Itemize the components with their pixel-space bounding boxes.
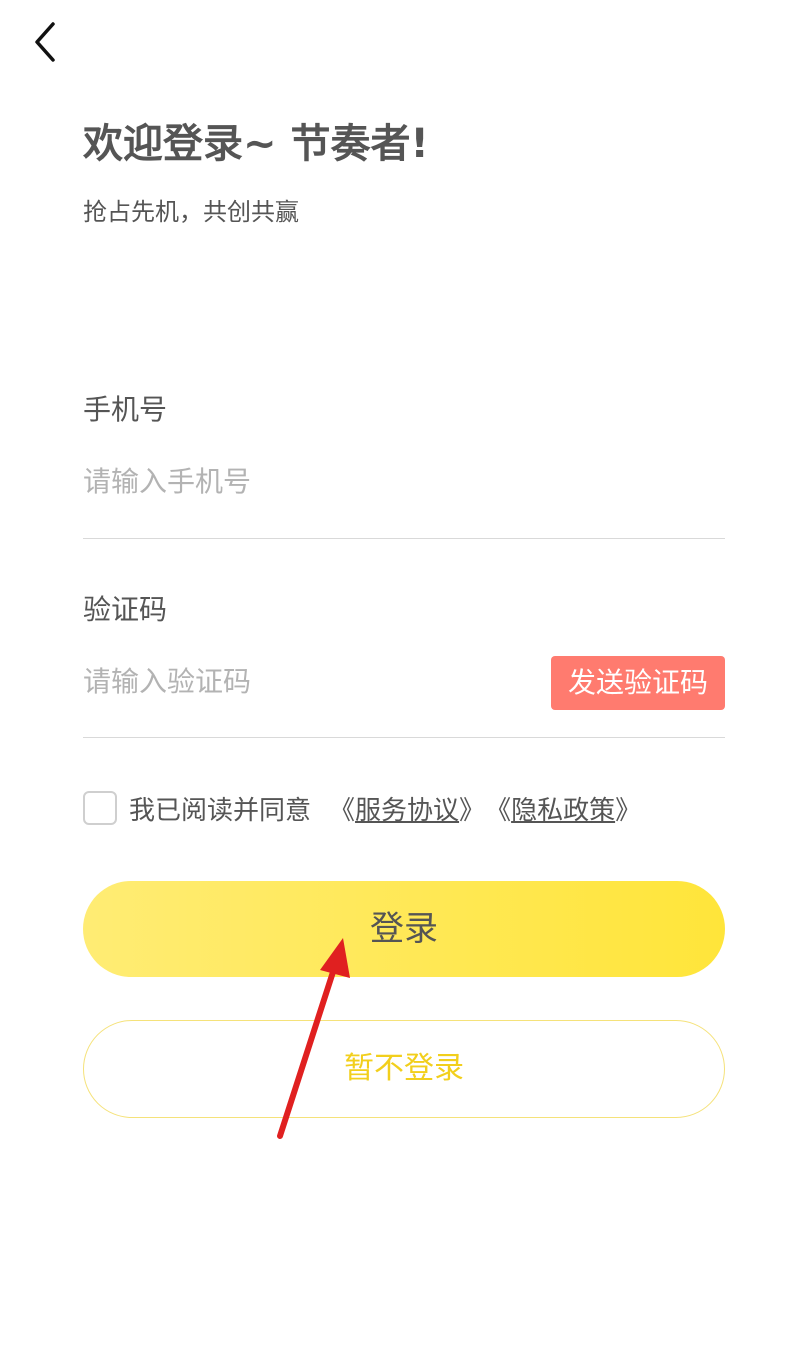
page-title: 欢迎登录~ 节奏者! — [83, 121, 429, 167]
chevron-left-icon — [35, 22, 55, 62]
code-label: 验证码 — [83, 593, 168, 626]
agreement-checkbox[interactable] — [83, 791, 117, 825]
code-input[interactable] — [83, 660, 533, 704]
service-open-bracket: 《 — [329, 795, 356, 826]
page-subtitle: 抢占先机，共创共赢 — [83, 198, 299, 226]
privacy-close-bracket: 》 — [615, 795, 642, 826]
privacy-policy-label: 隐私政策 — [511, 795, 616, 826]
send-code-button[interactable]: 发送验证码 — [551, 656, 725, 710]
login-button[interactable]: 登录 — [83, 881, 725, 977]
agreement-text: 我已阅读并同意 — [129, 795, 312, 826]
service-agreement-link[interactable]: 《服务协议》 — [329, 790, 485, 827]
agreement-row: 我已阅读并同意 《服务协议》 《隐私政策》 — [83, 786, 641, 830]
service-agreement-label: 服务协议 — [355, 795, 460, 826]
phone-label: 手机号 — [83, 393, 168, 426]
code-divider — [83, 737, 725, 738]
privacy-open-bracket: 《 — [485, 795, 512, 826]
phone-divider — [83, 538, 725, 539]
service-close-bracket: 》 — [459, 795, 486, 826]
phone-input[interactable] — [83, 460, 725, 504]
privacy-policy-link[interactable]: 《隐私政策》 — [485, 790, 641, 827]
skip-login-button[interactable]: 暂不登录 — [83, 1020, 725, 1118]
back-button[interactable] — [22, 18, 70, 66]
